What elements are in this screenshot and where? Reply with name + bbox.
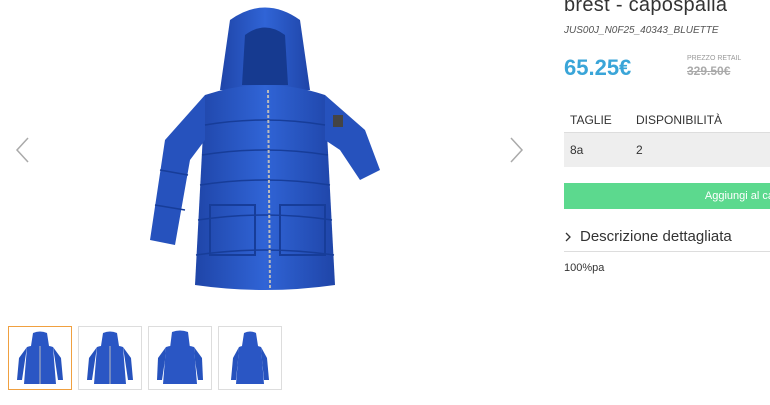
divider: [564, 251, 770, 252]
thumbnail-strip: [8, 326, 282, 390]
chevron-right-icon: [510, 137, 524, 163]
retail-price-label: PREZZO RETAIL: [687, 55, 742, 62]
description-toggle[interactable]: Descrizione dettagliata: [564, 228, 732, 245]
chevron-right-icon: [565, 232, 571, 241]
product-gallery: [0, 0, 540, 405]
add-to-cart-button[interactable]: Aggiungi al ca: [564, 183, 770, 209]
availability-header-label: DISPONIBILITÀ: [636, 113, 723, 127]
size-value: 8a: [570, 143, 584, 157]
product-sku: JUS00J_N0F25_40343_BLUETTE: [564, 25, 719, 36]
size-header: TAGLIE: [570, 113, 612, 127]
product-main-image: [130, 0, 400, 300]
thumbnail-4[interactable]: [218, 326, 282, 390]
quantity-value: 2: [636, 143, 643, 157]
retail-price: 329.50€: [687, 64, 731, 78]
product-title: brest - capospalla: [564, 0, 728, 16]
thumbnail-1[interactable]: [8, 326, 72, 390]
availability-header: TAGLIE DISPONIBILITÀ: [564, 110, 770, 133]
thumbnail-2[interactable]: [78, 326, 142, 390]
description-text: 100%pa: [564, 262, 605, 274]
availability-table: TAGLIE DISPONIBILITÀ 8a 2: [564, 110, 770, 167]
product-info-panel: brest - capospalla JUS00J_N0F25_40343_BL…: [564, 0, 770, 405]
product-price: 65.25€: [564, 55, 632, 80]
thumbnail-3[interactable]: [148, 326, 212, 390]
description-toggle-label: Descrizione dettagliata: [580, 228, 732, 245]
next-image-button[interactable]: [506, 135, 526, 165]
availability-row[interactable]: 8a 2: [564, 133, 770, 167]
prev-image-button[interactable]: [13, 135, 33, 165]
chevron-left-icon: [15, 137, 29, 163]
